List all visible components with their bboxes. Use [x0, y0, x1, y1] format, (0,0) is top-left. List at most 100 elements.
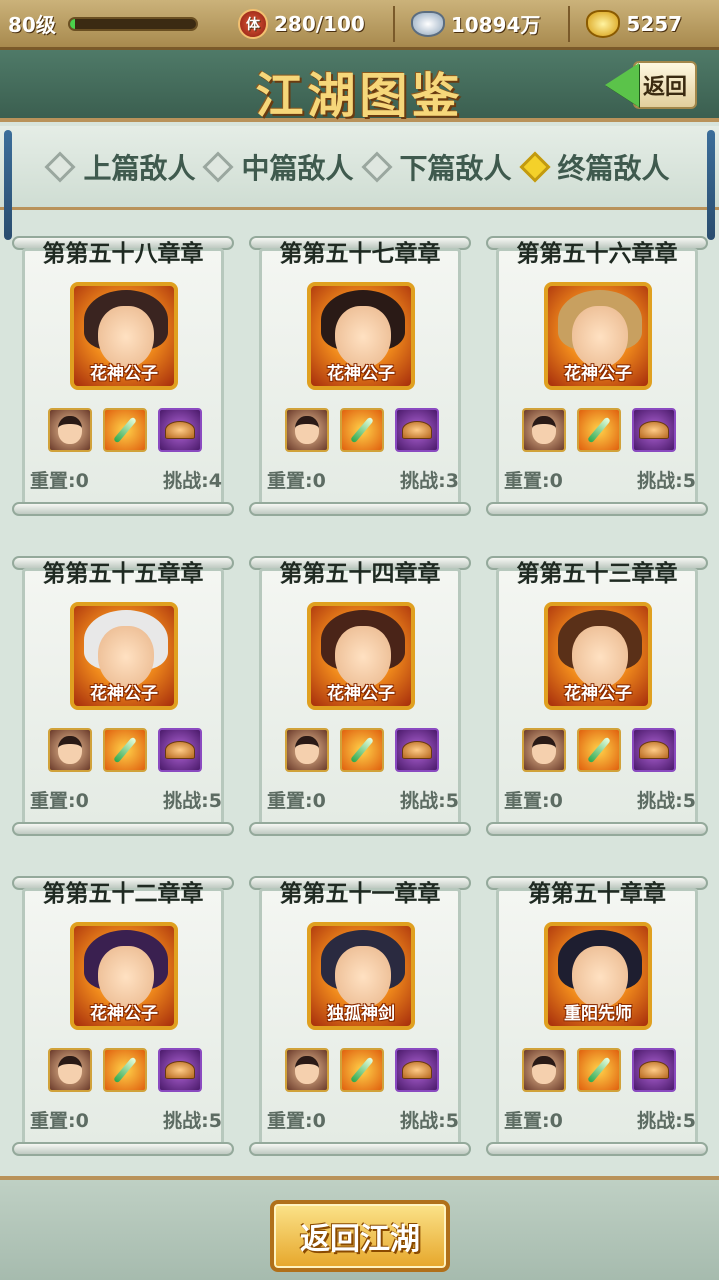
- scroll-rod-bottom: [486, 822, 708, 836]
- drop-hero-icon[interactable]: [285, 728, 329, 772]
- weapon-icon: [587, 1056, 611, 1084]
- drop-weapon-icon[interactable]: [103, 1048, 147, 1092]
- card-stats: 重置:0 挑战:5: [504, 786, 696, 813]
- back-button[interactable]: 返回: [605, 61, 709, 109]
- drop-list: [522, 728, 676, 772]
- drop-hero-icon[interactable]: [48, 1048, 92, 1092]
- gold-display[interactable]: 5257: [586, 9, 683, 38]
- chapter-card[interactable]: 第第五十六章章 花神公子 重置:0 挑战:5: [486, 234, 708, 516]
- hero-face-icon: [532, 1056, 556, 1084]
- tab-label: 上篇敌人: [83, 151, 196, 185]
- weapon-icon: [587, 416, 611, 444]
- enemy-portrait[interactable]: 独孤神剑: [307, 922, 415, 1030]
- lingzhi-icon: [165, 421, 195, 439]
- enemy-name: 花神公子: [327, 684, 395, 704]
- drop-lingzhi-icon[interactable]: [395, 408, 439, 452]
- silver-display[interactable]: 10894万: [410, 9, 541, 38]
- drop-weapon-icon[interactable]: [577, 408, 621, 452]
- drop-weapon-icon[interactable]: [340, 1048, 384, 1092]
- drop-weapon-icon[interactable]: [340, 728, 384, 772]
- lingzhi-icon: [402, 421, 432, 439]
- drop-hero-icon[interactable]: [285, 1048, 329, 1092]
- drop-weapon-icon[interactable]: [577, 728, 621, 772]
- enemy-portrait[interactable]: 花神公子: [70, 602, 178, 710]
- chapter-card[interactable]: 第第五十章章 重阳先师 重置:0 挑战:5: [486, 874, 708, 1156]
- drop-hero-icon[interactable]: [48, 728, 92, 772]
- chapter-card[interactable]: 第第五十四章章 花神公子 重置:0 挑战:5: [249, 554, 471, 836]
- drop-lingzhi-icon[interactable]: [632, 1048, 676, 1092]
- drop-lingzhi-icon[interactable]: [632, 728, 676, 772]
- drop-list: [48, 1048, 202, 1092]
- hero-face-icon: [295, 1056, 319, 1084]
- drop-lingzhi-icon[interactable]: [632, 408, 676, 452]
- drop-hero-icon[interactable]: [48, 408, 92, 452]
- drop-lingzhi-icon[interactable]: [158, 728, 202, 772]
- drop-weapon-icon[interactable]: [103, 408, 147, 452]
- scroll-rod-bottom: [249, 822, 471, 836]
- status-bar: 80级 体 280/100 10894万 5257: [0, 0, 719, 50]
- enemy-portrait[interactable]: 花神公子: [544, 602, 652, 710]
- bottom-bar: 返回江湖: [0, 1176, 719, 1280]
- weapon-icon: [113, 416, 137, 444]
- lingzhi-icon: [165, 741, 195, 759]
- scroll-rod-bottom: [486, 502, 708, 516]
- card-stats: 重置:0 挑战:4: [30, 466, 222, 493]
- drop-hero-icon[interactable]: [285, 408, 329, 452]
- enemy-portrait[interactable]: 花神公子: [307, 602, 415, 710]
- drop-hero-icon[interactable]: [522, 408, 566, 452]
- drop-weapon-icon[interactable]: [340, 408, 384, 452]
- tab-1[interactable]: 中篇敌人: [202, 147, 354, 187]
- drop-list: [285, 728, 439, 772]
- chapter-title: 第第五十四章章: [279, 561, 441, 587]
- drop-weapon-icon[interactable]: [103, 728, 147, 772]
- drop-lingzhi-icon[interactable]: [158, 1048, 202, 1092]
- chapter-card[interactable]: 第第五十八章章 花神公子 重置:0 挑战:4: [12, 234, 234, 516]
- enemy-portrait[interactable]: 花神公子: [70, 922, 178, 1030]
- lingzhi-icon: [402, 741, 432, 759]
- enemy-name: 花神公子: [564, 684, 632, 704]
- enemy-portrait[interactable]: 花神公子: [70, 282, 178, 390]
- drop-list: [522, 1048, 676, 1092]
- hero-face-icon: [532, 736, 556, 764]
- drop-weapon-icon[interactable]: [577, 1048, 621, 1092]
- chapter-title: 第第五十章章: [528, 881, 666, 907]
- tab-2[interactable]: 下篇敌人: [360, 147, 512, 187]
- enemy-portrait[interactable]: 重阳先师: [544, 922, 652, 1030]
- tab-3[interactable]: 终篇敌人: [518, 147, 670, 187]
- tassel-right-decoration: [707, 130, 715, 240]
- chapter-card[interactable]: 第第五十一章章 独孤神剑 重置:0 挑战:5: [249, 874, 471, 1156]
- drop-hero-icon[interactable]: [522, 1048, 566, 1092]
- chapter-title: 第第五十三章章: [516, 561, 678, 587]
- stamina-icon: 体: [238, 8, 268, 39]
- enemy-portrait[interactable]: 花神公子: [544, 282, 652, 390]
- chapter-card[interactable]: 第第五十五章章 花神公子 重置:0 挑战:5: [12, 554, 234, 836]
- challenge-count: 挑战:5: [400, 1110, 459, 1132]
- drop-hero-icon[interactable]: [522, 728, 566, 772]
- drop-lingzhi-icon[interactable]: [395, 1048, 439, 1092]
- enemy-name: 花神公子: [90, 364, 158, 384]
- chapter-card[interactable]: 第第五十二章章 花神公子 重置:0 挑战:5: [12, 874, 234, 1156]
- stamina-display[interactable]: 体 280/100: [238, 8, 365, 39]
- chapter-title: 第第五十八章章: [42, 241, 204, 267]
- enemy-name: 花神公子: [90, 1004, 158, 1024]
- reset-count: 重置:0: [504, 470, 563, 492]
- return-jianghu-button[interactable]: 返回江湖: [270, 1200, 450, 1272]
- chapter-card[interactable]: 第第五十七章章 花神公子 重置:0 挑战:3: [249, 234, 471, 516]
- player-level: 80级: [8, 13, 56, 37]
- weapon-icon: [113, 1056, 137, 1084]
- gold-ingot-icon: [586, 9, 621, 38]
- enemy-portrait[interactable]: 花神公子: [307, 282, 415, 390]
- chapter-card[interactable]: 第第五十三章章 花神公子 重置:0 挑战:5: [486, 554, 708, 836]
- gold-value: 5257: [626, 11, 683, 36]
- drop-lingzhi-icon[interactable]: [158, 408, 202, 452]
- weapon-icon: [113, 736, 137, 764]
- silver-value: 10894万: [450, 13, 541, 37]
- scroll-rod-bottom: [12, 822, 234, 836]
- tab-0[interactable]: 上篇敌人: [44, 147, 196, 187]
- challenge-count: 挑战:4: [163, 470, 222, 492]
- drop-list: [48, 728, 202, 772]
- enemy-name: 花神公子: [90, 684, 158, 704]
- lingzhi-icon: [639, 421, 669, 439]
- back-button-label: 返回: [633, 61, 698, 109]
- drop-lingzhi-icon[interactable]: [395, 728, 439, 772]
